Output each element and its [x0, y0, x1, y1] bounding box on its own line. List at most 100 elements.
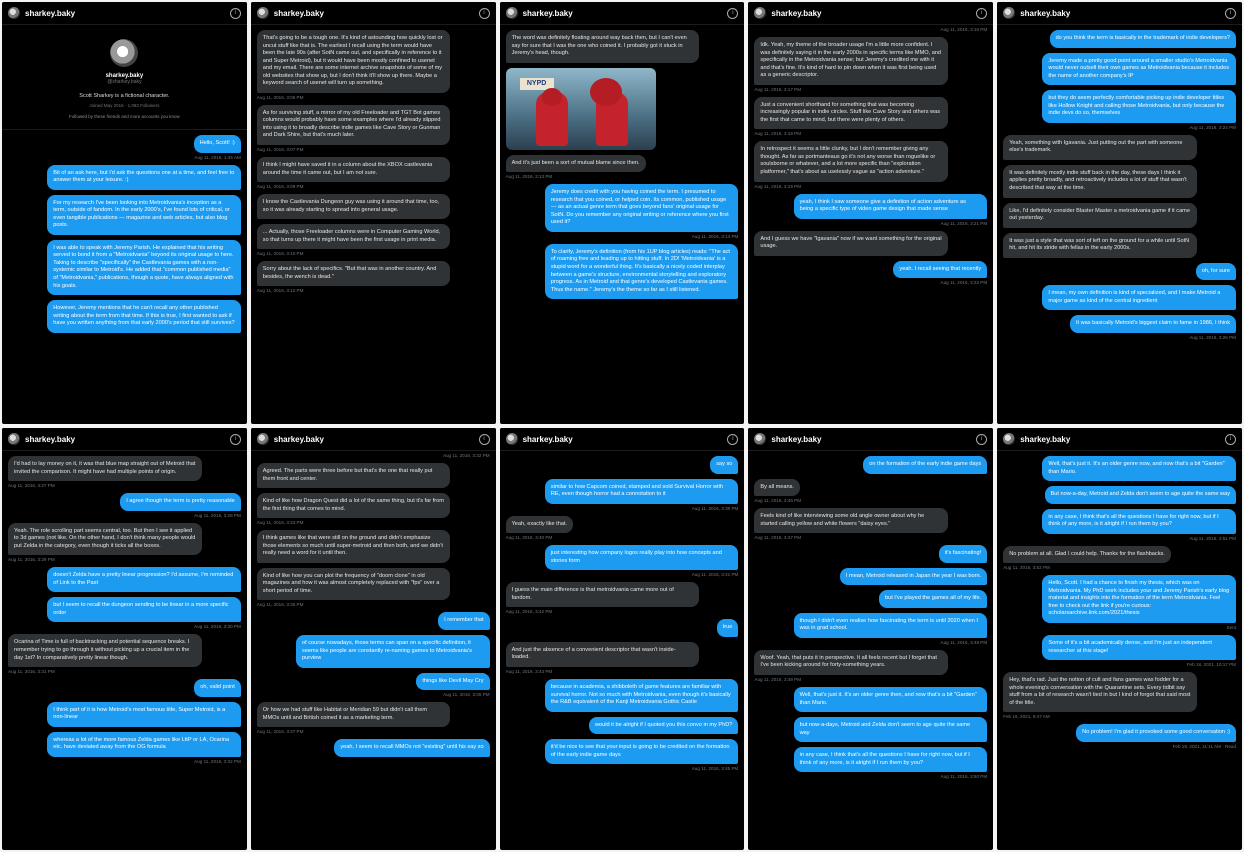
username[interactable]: sharkey.baky	[771, 9, 971, 18]
avatar[interactable]	[256, 433, 269, 445]
username[interactable]: sharkey.baky	[523, 9, 723, 18]
message-feed[interactable]: I'd had to lay money on it, it was that …	[2, 451, 247, 769]
sent-message[interactable]: Jeremy does credit with you having coine…	[544, 184, 739, 232]
received-message[interactable]: Like, I'd definitely consider Blaster Ma…	[1003, 202, 1197, 228]
avatar[interactable]	[1003, 7, 1016, 19]
username[interactable]: sharkey.baky	[1020, 9, 1220, 18]
sent-message[interactable]: oh, valid point	[194, 679, 241, 697]
sent-message[interactable]: No problem! I'm glad it provoked some go…	[1076, 724, 1236, 742]
sent-message[interactable]: but I seem to recall the dungeon sending…	[47, 597, 241, 623]
sent-message[interactable]: Bit of an ask here, but I'd ask the ques…	[47, 164, 241, 190]
sent-message[interactable]: I was able to speak with Jeremy Parish. …	[47, 239, 241, 296]
sent-message[interactable]: I mean, Metroid released in Japan the ye…	[839, 567, 988, 586]
sent-message[interactable]: but now-a-days, Metroid and Zelda don't …	[793, 717, 988, 743]
sent-message[interactable]: of course nowadays, those terms can span…	[296, 635, 490, 668]
username[interactable]: sharkey.baky	[25, 435, 225, 444]
message-feed[interactable]: do you think the term is basically in th…	[997, 25, 1242, 345]
sent-message[interactable]: I think part of it is how Metroid's most…	[47, 701, 241, 727]
received-message[interactable]: And it's just been a sort of mutual blam…	[505, 154, 646, 173]
sent-message[interactable]: Hello, Scott. I had a chance to finish m…	[1042, 575, 1236, 624]
received-message[interactable]: As for surviving stuff, a mirror of my o…	[256, 104, 451, 146]
received-message[interactable]: Sorry about the lack of specifics. "But …	[256, 261, 451, 287]
received-message[interactable]: It was just a style that was sort of lef…	[1003, 232, 1197, 258]
followed-by-text[interactable]: Followed by these friends and more accou…	[10, 114, 239, 119]
sent-message[interactable]: would it be alright if I quoted you this…	[588, 716, 739, 735]
info-icon[interactable]: i	[727, 433, 739, 445]
message-feed[interactable]: Aug 11, 2016, 3:16 PM Idk. Yeah, my theme…	[748, 25, 993, 290]
received-message[interactable]: The word was definitely floating around …	[505, 30, 700, 63]
sent-message[interactable]: just interesting how company logos reall…	[544, 545, 739, 571]
sent-message[interactable]: It was basically Metroid's biggest claim…	[1069, 315, 1236, 333]
received-message[interactable]: Kind of like how you can plot the freque…	[256, 567, 451, 601]
received-message[interactable]: No problem at all. Glad I could help. Th…	[1003, 545, 1171, 564]
avatar[interactable]	[505, 433, 518, 445]
received-message[interactable]: Yeah. The role scrolling part seems cent…	[8, 522, 202, 556]
username[interactable]: sharkey.baky	[25, 9, 225, 18]
sent-message[interactable]: However, Jeremy mentions that he can't r…	[47, 300, 241, 333]
sent-message[interactable]: To clarify, Jeremy's definition (from hi…	[544, 243, 739, 300]
avatar[interactable]	[505, 7, 518, 19]
received-message[interactable]: By all means.	[754, 478, 800, 497]
received-message[interactable]: Idk. Yeah, my theme of the broader usage…	[754, 37, 948, 85]
info-icon[interactable]: i	[478, 7, 490, 19]
info-icon[interactable]: i	[229, 7, 241, 19]
sent-message[interactable]: on the formation of the early indie game…	[863, 456, 988, 474]
message-feed[interactable]: That's going to be a tough one. It's kin…	[251, 25, 496, 298]
message-feed[interactable]: say so similar to how Capcom coined, stam…	[500, 451, 745, 776]
avatar[interactable]	[8, 7, 20, 19]
sent-message[interactable]: similar to how Capcom coined, stamped an…	[544, 478, 739, 504]
received-message[interactable]: Ocarina of Time is full of backtracking …	[8, 634, 202, 668]
avatar[interactable]	[754, 7, 767, 19]
sent-message[interactable]: Some of it's a bit academically dense, a…	[1042, 635, 1236, 661]
meme-image[interactable]: NYPD	[505, 67, 656, 150]
info-icon[interactable]: i	[478, 433, 490, 445]
sent-message[interactable]: because in academia, a shibboleth of gam…	[544, 679, 739, 712]
received-message[interactable]: And I guess we have "Igavania" now if we…	[754, 230, 948, 256]
received-message[interactable]: It was definitely mostly indie stuff bac…	[1003, 164, 1197, 198]
info-icon[interactable]: i	[976, 433, 988, 445]
avatar[interactable]	[8, 433, 20, 445]
sent-message[interactable]: things like Devil May Cry	[416, 672, 490, 691]
info-icon[interactable]: i	[229, 433, 241, 445]
received-message[interactable]: I guess the main difference is that metr…	[505, 582, 700, 608]
avatar[interactable]	[1003, 433, 1016, 445]
sent-message[interactable]: oh, for sure	[1195, 262, 1236, 281]
sent-message[interactable]: but they do seem perfectly comfortable p…	[1042, 90, 1236, 123]
sent-message[interactable]: yeah, I seem to recall MMOs not "existin…	[334, 739, 490, 757]
avatar[interactable]	[754, 433, 767, 445]
sent-message[interactable]: I mean, my own definition is kind of spe…	[1042, 285, 1236, 311]
sent-message[interactable]: But now-a-day, Metroid and Zelda don't s…	[1044, 486, 1236, 504]
sent-message[interactable]: Well, that's just it. It's an older genr…	[1042, 456, 1236, 482]
sent-message[interactable]: Hello, Scott! :)	[193, 135, 241, 153]
received-message[interactable]: That's going to be a tough one. It's kin…	[256, 30, 451, 93]
received-message[interactable]: ... Actually, those Freeloader columns w…	[256, 224, 451, 250]
received-message[interactable]: In retrospect it seems a little clunky, …	[754, 141, 948, 182]
received-message[interactable]: Or how we had stuff like Habitat or Meri…	[256, 702, 451, 728]
received-message[interactable]: I think games like that were still on th…	[256, 530, 451, 563]
sent-message[interactable]: it'd be nice to see that your input is g…	[544, 739, 739, 765]
username[interactable]: sharkey.baky	[1020, 435, 1220, 444]
sent-message[interactable]: though I didn't even realise how fascina…	[793, 612, 988, 638]
profile-avatar[interactable]	[110, 39, 139, 67]
received-message[interactable]: I know the Castlevania Dungeon guy was u…	[256, 194, 451, 220]
username[interactable]: sharkey.baky	[523, 435, 723, 444]
avatar[interactable]	[256, 7, 269, 19]
info-icon[interactable]: i	[976, 7, 988, 19]
received-message[interactable]: Agreed. The parts were three before but …	[256, 463, 451, 489]
username[interactable]: sharkey.baky	[771, 435, 971, 444]
message-feed[interactable]: Well, that's just it. It's an older genr…	[997, 451, 1242, 754]
sent-message[interactable]: in any case, I think that's all the ques…	[1042, 508, 1236, 534]
sent-message[interactable]: yeah, I think I saw someone give a defin…	[793, 193, 988, 219]
sent-message[interactable]: it's fascinating!	[938, 545, 988, 563]
username[interactable]: sharkey.baky	[274, 435, 474, 444]
sent-message[interactable]: true	[716, 619, 739, 637]
sent-message[interactable]: in any case, I think that's all the ques…	[793, 747, 988, 773]
sent-message[interactable]: Well, that's just it. It's an older genr…	[793, 687, 988, 713]
sent-message[interactable]: Jeremy made a pretty good point around a…	[1042, 52, 1236, 86]
received-message[interactable]: I'd had to lay money on it, it was that …	[8, 456, 202, 482]
received-message[interactable]: Yeah, something with Igavania. Just putt…	[1003, 134, 1197, 160]
sent-message[interactable]: yeah. I recall seeing that recently	[893, 260, 988, 279]
sent-message[interactable]: I remember that	[438, 612, 490, 631]
message-feed[interactable]: Aug 11, 2016, 3:32 PM Agreed. The parts w…	[251, 451, 496, 762]
info-icon[interactable]: i	[727, 7, 739, 19]
